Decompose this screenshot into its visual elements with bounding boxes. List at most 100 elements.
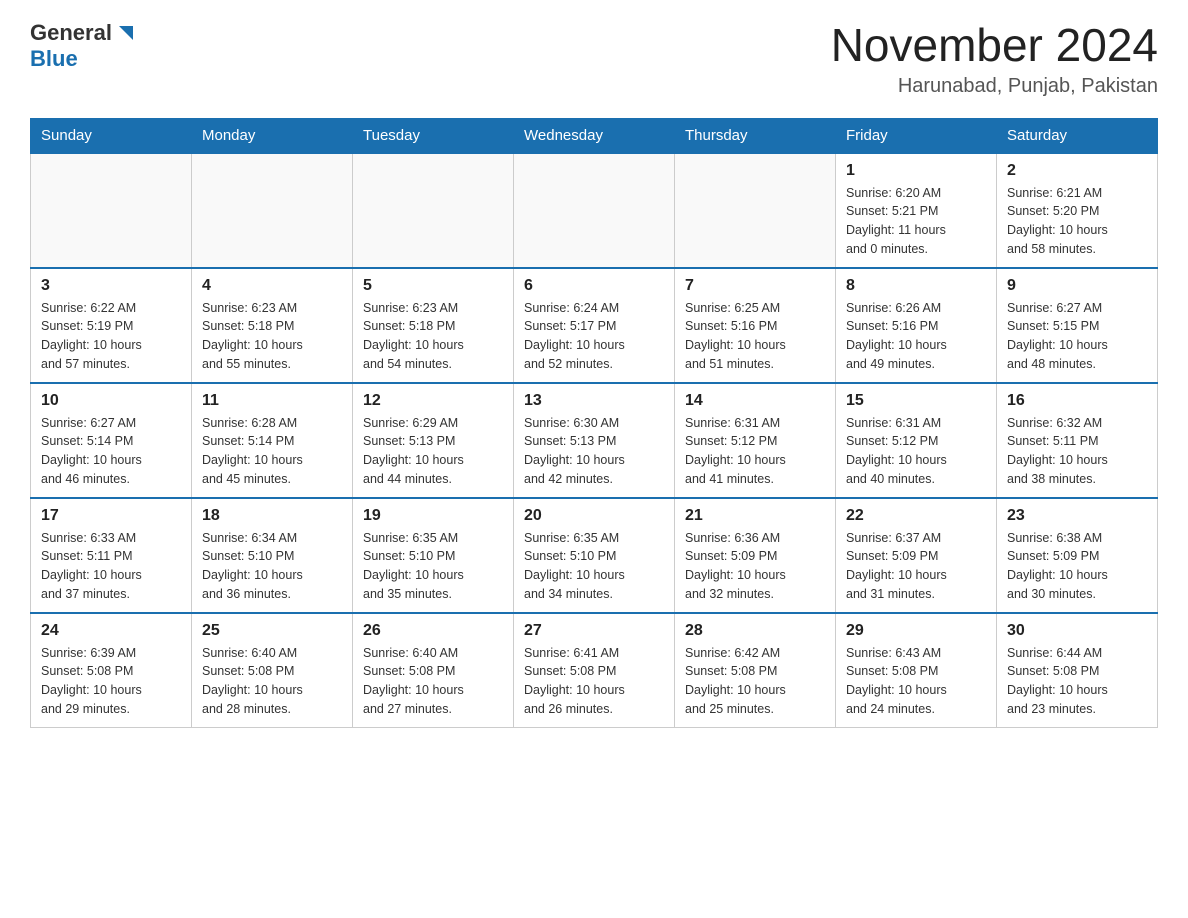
day-info: Sunrise: 6:23 AM Sunset: 5:18 PM Dayligh… — [202, 299, 342, 374]
calendar-cell: 3 Sunrise: 6:22 AM Sunset: 5:19 PM Daylig… — [31, 268, 192, 383]
day-info: Sunrise: 6:42 AM Sunset: 5:08 PM Dayligh… — [685, 644, 825, 719]
logo-blue-text: Blue — [30, 46, 78, 72]
calendar-cell: 30 Sunrise: 6:44 AM Sunset: 5:08 PM Dayli… — [997, 613, 1158, 728]
day-number: 29 — [846, 622, 986, 640]
day-info: Sunrise: 6:38 AM Sunset: 5:09 PM Dayligh… — [1007, 529, 1147, 604]
calendar-cell: 23 Sunrise: 6:38 AM Sunset: 5:09 PM Dayli… — [997, 498, 1158, 613]
day-number: 4 — [202, 277, 342, 295]
day-number: 15 — [846, 392, 986, 410]
day-info: Sunrise: 6:31 AM Sunset: 5:12 PM Dayligh… — [846, 414, 986, 489]
calendar-cell: 2 Sunrise: 6:21 AM Sunset: 5:20 PM Daylig… — [997, 153, 1158, 268]
calendar-header-wednesday: Wednesday — [514, 118, 675, 153]
calendar-header-monday: Monday — [192, 118, 353, 153]
day-info: Sunrise: 6:32 AM Sunset: 5:11 PM Dayligh… — [1007, 414, 1147, 489]
day-number: 8 — [846, 277, 986, 295]
day-info: Sunrise: 6:34 AM Sunset: 5:10 PM Dayligh… — [202, 529, 342, 604]
calendar-header-tuesday: Tuesday — [353, 118, 514, 153]
logo-triangle-icon — [115, 22, 137, 44]
day-info: Sunrise: 6:35 AM Sunset: 5:10 PM Dayligh… — [524, 529, 664, 604]
calendar-cell: 11 Sunrise: 6:28 AM Sunset: 5:14 PM Dayli… — [192, 383, 353, 498]
calendar-cell: 21Sunrise: 6:36 AM Sunset: 5:09 PM Dayli… — [675, 498, 836, 613]
calendar-cell: 28 Sunrise: 6:42 AM Sunset: 5:08 PM Dayli… — [675, 613, 836, 728]
day-number: 10 — [41, 392, 181, 410]
day-info: Sunrise: 6:24 AM Sunset: 5:17 PM Dayligh… — [524, 299, 664, 374]
day-info: Sunrise: 6:27 AM Sunset: 5:15 PM Dayligh… — [1007, 299, 1147, 374]
day-info: Sunrise: 6:44 AM Sunset: 5:08 PM Dayligh… — [1007, 644, 1147, 719]
day-number: 11 — [202, 392, 342, 410]
day-number: 16 — [1007, 392, 1147, 410]
calendar-cell: 10 Sunrise: 6:27 AM Sunset: 5:14 PM Dayli… — [31, 383, 192, 498]
calendar-cell: 22Sunrise: 6:37 AM Sunset: 5:09 PM Dayli… — [836, 498, 997, 613]
day-info: Sunrise: 6:30 AM Sunset: 5:13 PM Dayligh… — [524, 414, 664, 489]
day-number: 7 — [685, 277, 825, 295]
calendar-week-row: 17Sunrise: 6:33 AM Sunset: 5:11 PM Dayli… — [31, 498, 1158, 613]
day-number: 25 — [202, 622, 342, 640]
calendar-cell — [31, 153, 192, 268]
calendar-cell: 25 Sunrise: 6:40 AM Sunset: 5:08 PM Dayli… — [192, 613, 353, 728]
calendar-week-row: 10 Sunrise: 6:27 AM Sunset: 5:14 PM Dayli… — [31, 383, 1158, 498]
day-number: 18 — [202, 507, 342, 525]
day-info: Sunrise: 6:25 AM Sunset: 5:16 PM Dayligh… — [685, 299, 825, 374]
calendar-cell: 6 Sunrise: 6:24 AM Sunset: 5:17 PM Daylig… — [514, 268, 675, 383]
day-number: 28 — [685, 622, 825, 640]
calendar-week-row: 24 Sunrise: 6:39 AM Sunset: 5:08 PM Dayli… — [31, 613, 1158, 728]
day-number: 14 — [685, 392, 825, 410]
day-info: Sunrise: 6:27 AM Sunset: 5:14 PM Dayligh… — [41, 414, 181, 489]
day-number: 12 — [363, 392, 503, 410]
calendar-cell: 5 Sunrise: 6:23 AM Sunset: 5:18 PM Daylig… — [353, 268, 514, 383]
calendar-cell: 13Sunrise: 6:30 AM Sunset: 5:13 PM Dayli… — [514, 383, 675, 498]
day-info: Sunrise: 6:20 AM Sunset: 5:21 PM Dayligh… — [846, 184, 986, 259]
calendar-cell: 1Sunrise: 6:20 AM Sunset: 5:21 PM Daylig… — [836, 153, 997, 268]
day-number: 27 — [524, 622, 664, 640]
day-info: Sunrise: 6:23 AM Sunset: 5:18 PM Dayligh… — [363, 299, 503, 374]
day-number: 30 — [1007, 622, 1147, 640]
calendar-cell: 7 Sunrise: 6:25 AM Sunset: 5:16 PM Daylig… — [675, 268, 836, 383]
day-info: Sunrise: 6:37 AM Sunset: 5:09 PM Dayligh… — [846, 529, 986, 604]
day-number: 3 — [41, 277, 181, 295]
day-info: Sunrise: 6:28 AM Sunset: 5:14 PM Dayligh… — [202, 414, 342, 489]
day-info: Sunrise: 6:39 AM Sunset: 5:08 PM Dayligh… — [41, 644, 181, 719]
calendar-header-row: SundayMondayTuesdayWednesdayThursdayFrid… — [31, 118, 1158, 153]
day-number: 5 — [363, 277, 503, 295]
day-number: 9 — [1007, 277, 1147, 295]
day-info: Sunrise: 6:22 AM Sunset: 5:19 PM Dayligh… — [41, 299, 181, 374]
calendar-cell: 18 Sunrise: 6:34 AM Sunset: 5:10 PM Dayli… — [192, 498, 353, 613]
calendar-week-row: 1Sunrise: 6:20 AM Sunset: 5:21 PM Daylig… — [31, 153, 1158, 268]
calendar-header-sunday: Sunday — [31, 118, 192, 153]
day-info: Sunrise: 6:21 AM Sunset: 5:20 PM Dayligh… — [1007, 184, 1147, 259]
day-number: 21 — [685, 507, 825, 525]
calendar-cell: 24 Sunrise: 6:39 AM Sunset: 5:08 PM Dayli… — [31, 613, 192, 728]
day-number: 26 — [363, 622, 503, 640]
calendar-header-thursday: Thursday — [675, 118, 836, 153]
title-area: November 2024 Harunabad, Punjab, Pakista… — [831, 20, 1158, 98]
day-number: 2 — [1007, 162, 1147, 180]
calendar-cell: 4 Sunrise: 6:23 AM Sunset: 5:18 PM Daylig… — [192, 268, 353, 383]
calendar-cell — [353, 153, 514, 268]
logo: General Blue — [30, 20, 137, 72]
month-title: November 2024 — [831, 20, 1158, 71]
day-info: Sunrise: 6:40 AM Sunset: 5:08 PM Dayligh… — [202, 644, 342, 719]
calendar-cell — [514, 153, 675, 268]
day-number: 24 — [41, 622, 181, 640]
day-number: 20 — [524, 507, 664, 525]
calendar-cell: 19Sunrise: 6:35 AM Sunset: 5:10 PM Dayli… — [353, 498, 514, 613]
calendar-cell: 12 Sunrise: 6:29 AM Sunset: 5:13 PM Dayli… — [353, 383, 514, 498]
day-number: 6 — [524, 277, 664, 295]
calendar-cell: 8 Sunrise: 6:26 AM Sunset: 5:16 PM Daylig… — [836, 268, 997, 383]
calendar-table: SundayMondayTuesdayWednesdayThursdayFrid… — [30, 118, 1158, 728]
calendar-cell: 20 Sunrise: 6:35 AM Sunset: 5:10 PM Dayli… — [514, 498, 675, 613]
day-info: Sunrise: 6:33 AM Sunset: 5:11 PM Dayligh… — [41, 529, 181, 604]
calendar-cell — [192, 153, 353, 268]
calendar-cell: 15 Sunrise: 6:31 AM Sunset: 5:12 PM Dayli… — [836, 383, 997, 498]
calendar-cell: 14 Sunrise: 6:31 AM Sunset: 5:12 PM Dayli… — [675, 383, 836, 498]
day-info: Sunrise: 6:31 AM Sunset: 5:12 PM Dayligh… — [685, 414, 825, 489]
day-info: Sunrise: 6:29 AM Sunset: 5:13 PM Dayligh… — [363, 414, 503, 489]
day-info: Sunrise: 6:26 AM Sunset: 5:16 PM Dayligh… — [846, 299, 986, 374]
day-number: 23 — [1007, 507, 1147, 525]
calendar-cell: 9 Sunrise: 6:27 AM Sunset: 5:15 PM Daylig… — [997, 268, 1158, 383]
day-info: Sunrise: 6:40 AM Sunset: 5:08 PM Dayligh… — [363, 644, 503, 719]
day-info: Sunrise: 6:41 AM Sunset: 5:08 PM Dayligh… — [524, 644, 664, 719]
calendar-cell: 29Sunrise: 6:43 AM Sunset: 5:08 PM Dayli… — [836, 613, 997, 728]
calendar-header-friday: Friday — [836, 118, 997, 153]
calendar-cell: 16 Sunrise: 6:32 AM Sunset: 5:11 PM Dayli… — [997, 383, 1158, 498]
